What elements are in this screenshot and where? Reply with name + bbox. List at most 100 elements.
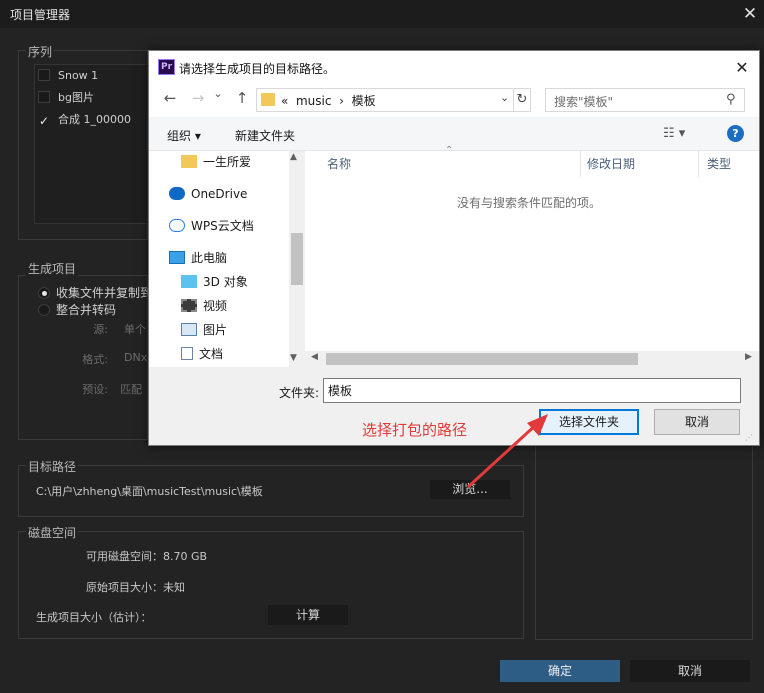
radio-button[interactable] [38, 304, 50, 316]
tree-item-label: 视频 [203, 299, 228, 313]
sequence-item-bg[interactable]: bg图片 [38, 89, 94, 107]
tree-item-label: OneDrive [191, 187, 248, 201]
close-icon[interactable]: ✕ [731, 57, 753, 79]
annotation-text: 选择打包的路径 [362, 421, 468, 439]
video-icon [181, 299, 197, 312]
column-divider[interactable] [698, 151, 699, 177]
file-list [305, 151, 759, 351]
folder-picker-dialog: Pr 请选择生成项目的目标路径。 ✕ ← → ⌄ ↑ « music › 模板 … [148, 50, 760, 446]
generated-size-label: 生成项目大小（估计）： [36, 611, 152, 624]
tree-item-videos[interactable]: 视频 [181, 295, 227, 317]
address-segment-current[interactable]: 模板 [352, 94, 376, 108]
tree-item-label: WPS云文档 [191, 219, 254, 233]
dialog-title: 请选择生成项目的目标路径。 [179, 62, 336, 76]
tree-item-3d-objects[interactable]: 3D 对象 [181, 271, 248, 293]
checkbox[interactable] [38, 91, 50, 103]
checkbox[interactable] [38, 69, 50, 81]
disk-space-label: 磁盘空间 [26, 524, 79, 541]
search-input[interactable]: 搜索"模板" ⚲ [545, 88, 745, 112]
sequence-list [34, 64, 148, 224]
tree-item-label: 3D 对象 [203, 275, 248, 289]
document-icon [181, 347, 193, 360]
ok-button[interactable]: 确定 [500, 660, 620, 682]
back-arrow-icon[interactable]: ← [159, 89, 181, 107]
close-icon[interactable]: ✕ [738, 2, 762, 26]
up-arrow-icon[interactable]: ↑ [231, 89, 253, 107]
cube-icon [181, 275, 197, 288]
folder-field-label: 文件夹: [279, 386, 320, 400]
sequence-item-label: bg图片 [58, 91, 94, 104]
preset-label: 预设: [82, 383, 108, 396]
scroll-up-icon[interactable]: ▲ [290, 152, 297, 162]
column-name[interactable]: 名称 [327, 155, 351, 172]
annotation-arrow-icon [466, 414, 548, 489]
view-options-icon[interactable]: ☷ ▾ [663, 126, 685, 141]
tree-item-documents[interactable]: 文档 [181, 343, 223, 365]
column-type[interactable]: 类型 [707, 155, 731, 172]
sequence-item-composite[interactable]: ✓ 合成 1_00000 [38, 111, 131, 129]
tree-scrollbar-thumb[interactable] [291, 233, 303, 285]
scroll-right-icon[interactable]: ▶ [745, 352, 752, 362]
folder-field[interactable] [323, 378, 741, 403]
tree-item-label: 此电脑 [191, 251, 228, 265]
project-manager-titlebar [0, 0, 764, 28]
computer-icon [169, 251, 185, 264]
scroll-down-icon[interactable]: ▼ [290, 353, 297, 363]
tree-item-label: 一生所爱 [203, 155, 252, 169]
format-label: 格式: [82, 353, 108, 366]
summary-panel [535, 440, 753, 640]
address-path: « music › 模板 [281, 92, 376, 109]
organize-menu[interactable]: 组织 ▾ [167, 127, 201, 144]
resize-grip-icon[interactable]: ⋰ [745, 433, 753, 442]
onedrive-icon [169, 187, 185, 200]
address-separator: › [339, 94, 344, 108]
sequence-item-snow[interactable]: Snow 1 [38, 67, 98, 85]
tree-item-label: 图片 [203, 323, 228, 337]
refresh-icon[interactable]: ↻ [513, 88, 531, 112]
source-value[interactable]: 单个 [124, 321, 146, 337]
checkmark-icon[interactable]: ✓ [38, 115, 50, 127]
help-icon[interactable]: ? [727, 125, 744, 142]
file-list-scrollbar-thumb[interactable] [326, 353, 638, 365]
option-consolidate-transcode[interactable]: 整合并转码 [38, 301, 116, 318]
generate-label: 生成项目 [26, 260, 79, 277]
tree-item-wps-cloud[interactable]: WPS云文档 [169, 215, 254, 237]
column-divider[interactable] [580, 151, 581, 177]
sort-ascending-icon: ⌃ [445, 145, 454, 156]
format-value[interactable]: DNx [124, 351, 147, 364]
original-size: 原始项目大小：未知 [86, 581, 185, 594]
column-date-modified[interactable]: 修改日期 [587, 155, 635, 172]
option-label: 整合并转码 [56, 303, 117, 317]
address-bar[interactable]: « music › 模板 ⌄ [256, 88, 519, 112]
target-path-label: 目标路径 [26, 458, 79, 475]
calculate-button[interactable]: 计算 [268, 605, 348, 625]
new-folder-button[interactable]: 新建文件夹 [235, 127, 295, 144]
tree-item-yishengsuoai[interactable]: 一生所爱 [181, 151, 251, 173]
radio-button[interactable] [38, 287, 50, 299]
tree-item-onedrive[interactable]: OneDrive [169, 183, 247, 205]
search-placeholder: 搜索"模板" [554, 95, 614, 109]
cancel-button[interactable]: 取消 [630, 660, 750, 682]
tree-item-this-pc[interactable]: 此电脑 [169, 247, 227, 269]
folder-icon [261, 93, 275, 106]
dialog-cancel-button[interactable]: 取消 [654, 409, 740, 435]
forward-arrow-icon[interactable]: → [187, 89, 209, 107]
tree-item-pictures[interactable]: 图片 [181, 319, 227, 341]
chevron-down-icon[interactable]: ⌄ [500, 91, 509, 104]
cloud-icon [169, 219, 185, 232]
sequence-item-label: 合成 1_00000 [58, 113, 131, 126]
target-path-value: C:\用户\zhheng\桌面\musicTest\music\模板 [36, 485, 263, 498]
option-collect-copy[interactable]: 收集文件并复制到 [38, 284, 152, 301]
option-label: 收集文件并复制到 [56, 286, 153, 300]
preset-value[interactable]: 匹配 [120, 381, 142, 397]
scroll-left-icon[interactable]: ◀ [311, 352, 318, 362]
available-space: 可用磁盘空间：8.70 GB [86, 550, 208, 563]
premiere-app-icon: Pr [158, 59, 175, 75]
source-label: 源: [93, 323, 108, 336]
search-icon: ⚲ [726, 92, 736, 107]
address-segment-music[interactable]: music [296, 94, 331, 108]
history-dropdown-icon[interactable]: ⌄ [211, 87, 225, 100]
address-prefix[interactable]: « [281, 94, 288, 108]
picture-icon [181, 323, 197, 336]
folder-icon [181, 155, 197, 168]
